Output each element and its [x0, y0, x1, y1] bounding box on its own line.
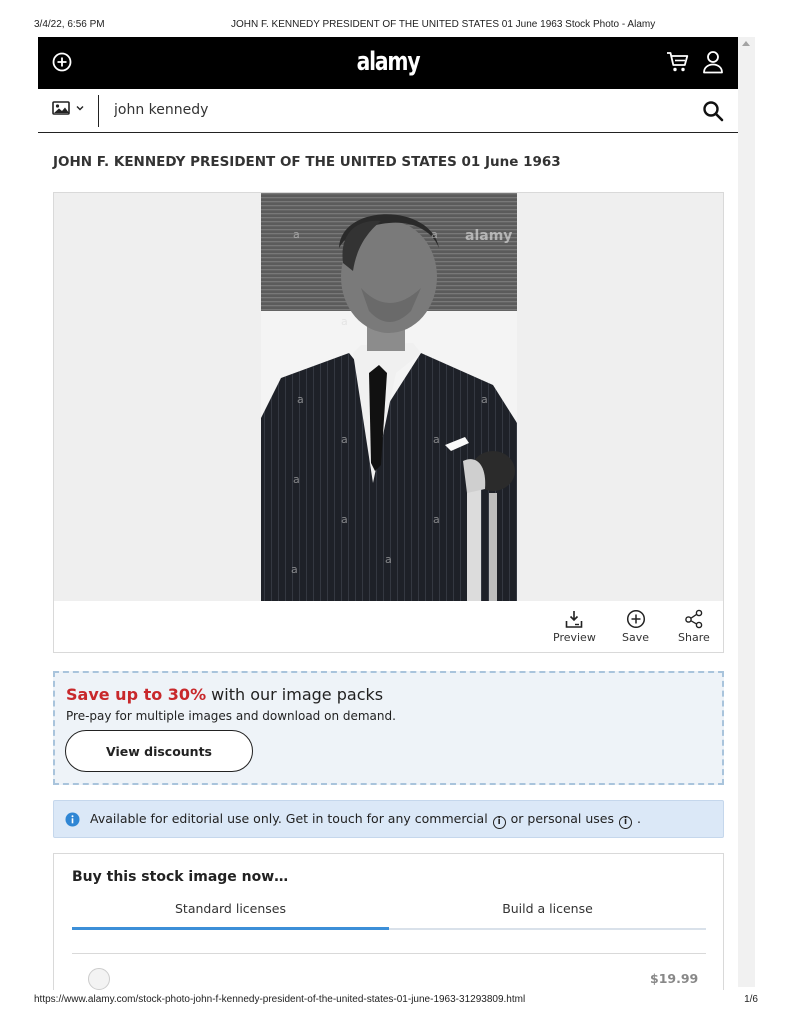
search-icon[interactable]: [702, 100, 724, 127]
promo-headline-rest: with our image packs: [206, 685, 384, 704]
tab-underline: [72, 927, 706, 930]
svg-text:a: a: [291, 563, 298, 576]
svg-text:a: a: [341, 433, 348, 446]
search-bar: [38, 89, 738, 133]
image-icon: [52, 101, 70, 115]
license-radio[interactable]: [88, 968, 110, 990]
svg-text:a: a: [385, 553, 392, 566]
alamy-logo[interactable]: alamy: [115, 47, 661, 77]
personal-info-icon[interactable]: i: [618, 816, 632, 829]
preview-label: Preview: [553, 631, 596, 644]
add-circle-icon: [626, 609, 645, 629]
buy-heading: Buy this stock image now…: [72, 869, 289, 885]
print-header: 3/4/22, 6:56 PM JOHN F. KENNEDY PRESIDEN…: [0, 0, 792, 34]
image-stage: a a a a a a a a a a a a alamy: [54, 193, 723, 601]
scroll-up-arrow-icon[interactable]: [742, 41, 750, 46]
share-button[interactable]: Share: [678, 609, 710, 644]
svg-text:a: a: [293, 473, 300, 486]
svg-text:a: a: [433, 513, 440, 526]
preview-button[interactable]: Preview: [553, 609, 596, 644]
tab-build-a-license[interactable]: Build a license: [389, 901, 706, 916]
search-divider: [98, 95, 99, 127]
save-label: Save: [622, 631, 650, 644]
chevron-down-icon: [76, 106, 84, 111]
scrollbar[interactable]: [738, 37, 755, 987]
download-preview-icon: [566, 611, 583, 628]
tab-standard-licenses[interactable]: Standard licenses: [72, 901, 389, 916]
user-account-icon[interactable]: [702, 50, 724, 79]
print-page-number: 1/6: [744, 994, 758, 1005]
svg-text:a: a: [433, 433, 440, 446]
stock-photo[interactable]: a a a a a a a a a a a a alamy: [261, 193, 517, 601]
cart-icon[interactable]: [666, 51, 690, 78]
print-datetime: 3/4/22, 6:56 PM: [34, 19, 105, 30]
image-pack-promo: Save up to 30% with our image packs Pre-…: [53, 671, 724, 785]
share-icon: [685, 609, 703, 629]
buy-license-panel: Buy this stock image now… Standard licen…: [53, 853, 724, 990]
notice-part1: Available for editorial use only. Get in…: [90, 811, 488, 826]
add-circle-icon[interactable]: [52, 52, 72, 77]
active-tab-indicator: [72, 927, 389, 930]
top-navigation-bar: alamy: [38, 37, 738, 89]
save-button[interactable]: Save: [622, 609, 649, 644]
svg-text:a: a: [297, 393, 304, 406]
notice-part3: .: [636, 811, 641, 826]
notice-part2: or personal uses: [510, 811, 614, 826]
print-doc-title: JOHN F. KENNEDY PRESIDENT OF THE UNITED …: [231, 19, 656, 30]
license-price: $19.99: [650, 971, 699, 986]
license-divider: [72, 953, 706, 954]
share-label: Share: [678, 631, 710, 644]
photo-watermark: alamy: [465, 228, 512, 244]
notice-text: Available for editorial use only. Get in…: [90, 811, 641, 829]
info-icon: [65, 812, 80, 832]
image-panel: a a a a a a a a a a a a alamy Preview Save Share: [53, 192, 724, 653]
svg-text:a: a: [481, 393, 488, 406]
svg-text:a: a: [431, 228, 438, 241]
search-input[interactable]: [114, 102, 614, 118]
promo-highlight: Save up to 30%: [66, 685, 207, 704]
svg-text:a: a: [341, 513, 348, 526]
view-discounts-button[interactable]: View discounts: [65, 730, 253, 772]
editorial-use-notice: Available for editorial use only. Get in…: [53, 800, 724, 838]
print-footer: https://www.alamy.com/stock-photo-john-f…: [0, 990, 792, 1024]
promo-subtext: Pre-pay for multiple images and download…: [66, 709, 396, 723]
print-url: https://www.alamy.com/stock-photo-john-f…: [34, 994, 526, 1005]
svg-text:a: a: [341, 315, 348, 328]
commercial-info-icon[interactable]: i: [492, 816, 506, 829]
page-title: JOHN F. KENNEDY PRESIDENT OF THE UNITED …: [53, 154, 561, 170]
svg-text:a: a: [293, 228, 300, 241]
promo-headline: Save up to 30% with our image packs: [66, 685, 383, 704]
image-type-dropdown[interactable]: [52, 101, 84, 115]
